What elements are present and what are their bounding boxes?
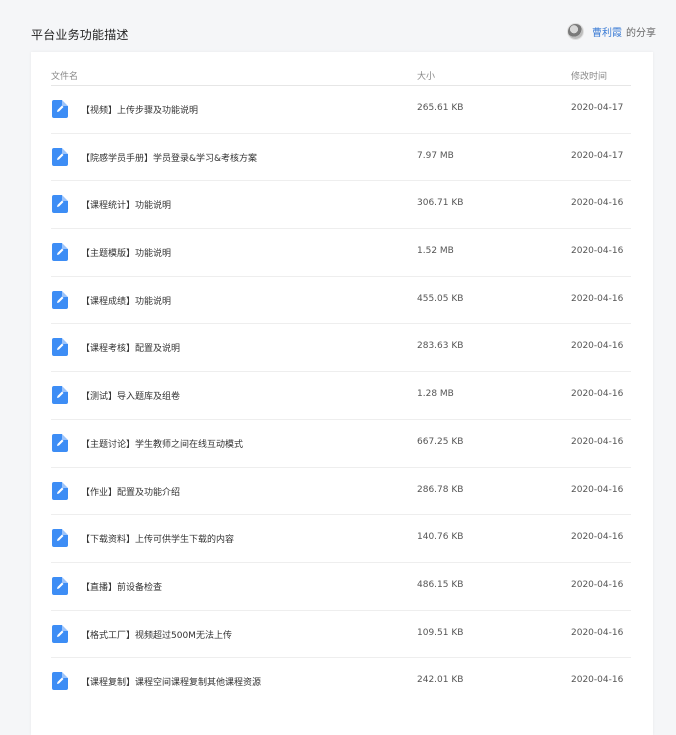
file-size: 7.97 MB xyxy=(417,150,454,161)
file-size: 486.15 KB xyxy=(417,579,464,590)
file-size: 455.05 KB xyxy=(417,293,464,304)
owner-name-link[interactable]: 曹利霞 xyxy=(592,24,622,39)
file-modified-date: 2020-04-16 xyxy=(571,627,624,638)
column-header-size[interactable]: 大小 xyxy=(417,69,435,82)
table-row[interactable]: 【视频】上传步骤及功能说明 265.61 KB 2020-04-17 xyxy=(51,86,631,134)
file-name-link[interactable]: 【直播】前设备检查 xyxy=(81,580,162,593)
file-name-link[interactable]: 【视频】上传步骤及功能说明 xyxy=(81,103,198,116)
column-header-date[interactable]: 修改时间 xyxy=(571,69,607,82)
file-list-card: 文件名 大小 修改时间 【视频】上传步骤及功能说明 265.61 KB 2020-0… xyxy=(31,52,653,735)
file-list: 【视频】上传步骤及功能说明 265.61 KB 2020-04-17 【院感学员手册】… xyxy=(51,86,631,706)
document-edit-icon[interactable] xyxy=(52,147,68,166)
file-name-link[interactable]: 【主题模版】功能说明 xyxy=(81,246,171,259)
top-bar: 平台业务功能描述 曹利霞 的分享 xyxy=(0,16,676,52)
document-edit-icon[interactable] xyxy=(52,195,68,214)
file-size: 1.52 MB xyxy=(417,246,454,257)
file-size: 109.51 KB xyxy=(417,627,464,638)
document-edit-icon[interactable] xyxy=(52,672,68,691)
document-edit-icon[interactable] xyxy=(52,529,68,548)
document-edit-icon[interactable] xyxy=(52,481,68,500)
table-row[interactable]: 【课程复制】课程空间课程复制其他课程资源 242.01 KB 2020-04-16 xyxy=(51,658,631,706)
table-row[interactable]: 【课程考核】配置及说明 283.63 KB 2020-04-16 xyxy=(51,324,631,373)
file-modified-date: 2020-04-16 xyxy=(571,293,624,304)
file-modified-date: 2020-04-16 xyxy=(571,675,624,686)
file-modified-date: 2020-04-16 xyxy=(571,484,624,495)
document-edit-icon[interactable] xyxy=(52,386,68,405)
file-modified-date: 2020-04-16 xyxy=(571,198,624,209)
table-row[interactable]: 【格式工厂】视频超过500M无法上传 109.51 KB 2020-04-16 xyxy=(51,611,631,659)
owner-suffix: 的分享 xyxy=(626,28,656,39)
table-row[interactable]: 【主题讨论】学生教师之间在线互动模式 667.25 KB 2020-04-16 xyxy=(51,420,631,468)
file-name-link[interactable]: 【课程统计】功能说明 xyxy=(81,198,171,211)
file-name-link[interactable]: 【格式工厂】视频超过500M无法上传 xyxy=(81,628,232,641)
file-modified-date: 2020-04-16 xyxy=(571,389,624,400)
document-edit-icon[interactable] xyxy=(52,100,68,118)
file-name-link[interactable]: 【测试】导入题库及组卷 xyxy=(81,389,180,402)
file-name-link[interactable]: 【课程复制】课程空间课程复制其他课程资源 xyxy=(81,675,261,688)
file-size: 242.01 KB xyxy=(417,675,464,686)
share-owner[interactable]: 曹利霞 的分享 xyxy=(567,23,656,40)
document-edit-icon[interactable] xyxy=(52,243,68,262)
column-header-name[interactable]: 文件名 xyxy=(51,69,78,82)
file-name-link[interactable]: 【下载资料】上传可供学生下载的内容 xyxy=(81,532,234,545)
file-name-link[interactable]: 【院感学员手册】学员登录&学习&考核方案 xyxy=(81,151,257,164)
table-row[interactable]: 【下载资料】上传可供学生下载的内容 140.76 KB 2020-04-16 xyxy=(51,515,631,563)
table-row[interactable]: 【直播】前设备检查 486.15 KB 2020-04-16 xyxy=(51,563,631,611)
document-edit-icon[interactable] xyxy=(52,290,68,309)
file-size: 283.63 KB xyxy=(417,341,464,352)
file-modified-date: 2020-04-16 xyxy=(571,532,624,543)
file-name-link[interactable]: 【课程考核】配置及说明 xyxy=(81,341,180,354)
file-name-link[interactable]: 【主题讨论】学生教师之间在线互动模式 xyxy=(81,437,243,450)
file-modified-date: 2020-04-16 xyxy=(571,436,624,447)
file-modified-date: 2020-04-16 xyxy=(571,579,624,590)
file-modified-date: 2020-04-16 xyxy=(571,341,624,352)
file-modified-date: 2020-04-17 xyxy=(571,103,624,113)
file-size: 286.78 KB xyxy=(417,484,464,495)
table-row[interactable]: 【课程成绩】功能说明 455.05 KB 2020-04-16 xyxy=(51,277,631,325)
page-title: 平台业务功能描述 xyxy=(31,28,129,42)
document-edit-icon[interactable] xyxy=(52,338,68,357)
file-name-link[interactable]: 【课程成绩】功能说明 xyxy=(81,294,171,307)
table-header: 文件名 大小 修改时间 xyxy=(51,66,631,86)
document-edit-icon[interactable] xyxy=(52,433,68,452)
table-row[interactable]: 【主题模版】功能说明 1.52 MB 2020-04-16 xyxy=(51,229,631,277)
file-modified-date: 2020-04-16 xyxy=(571,246,624,257)
file-size: 667.25 KB xyxy=(417,436,464,447)
file-size: 1.28 MB xyxy=(417,389,454,400)
file-size: 306.71 KB xyxy=(417,198,464,209)
document-edit-icon[interactable] xyxy=(52,624,68,643)
file-modified-date: 2020-04-17 xyxy=(571,150,624,161)
file-size: 265.61 KB xyxy=(417,103,464,113)
table-row[interactable]: 【课程统计】功能说明 306.71 KB 2020-04-16 xyxy=(51,181,631,230)
file-name-link[interactable]: 【作业】配置及功能介绍 xyxy=(81,485,180,498)
document-edit-icon[interactable] xyxy=(52,576,68,595)
table-row[interactable]: 【测试】导入题库及组卷 1.28 MB 2020-04-16 xyxy=(51,372,631,420)
table-row[interactable]: 【院感学员手册】学员登录&学习&考核方案 7.97 MB 2020-04-17 xyxy=(51,134,631,182)
avatar[interactable] xyxy=(567,23,584,40)
table-row[interactable]: 【作业】配置及功能介绍 286.78 KB 2020-04-16 xyxy=(51,468,631,516)
file-size: 140.76 KB xyxy=(417,532,464,543)
